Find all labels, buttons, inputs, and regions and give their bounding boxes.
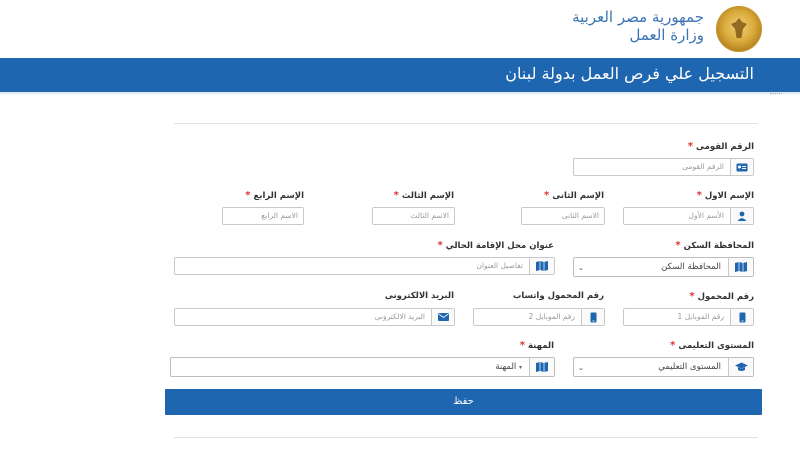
whatsapp-field[interactable]: رقم الموبايل 2 — [473, 308, 605, 326]
email-label: البريد الالكترونى — [384, 291, 454, 301]
mobile-icon — [581, 309, 604, 325]
egypt-eagle-emblem-icon — [716, 6, 762, 52]
user-icon — [730, 208, 753, 224]
second-name-label: الإسم الثانى* — [543, 190, 604, 201]
first-name-field[interactable]: الأسم الأول — [623, 207, 754, 225]
save-button[interactable]: حفظ — [165, 389, 762, 415]
email-field[interactable]: البريد الالكترونى — [174, 308, 455, 326]
ministry-name: جمهورية مصر العربية وزارة العمل — [572, 8, 704, 44]
map-icon — [728, 258, 753, 276]
whatsapp-label: رقم المحمول واتساب — [512, 291, 604, 301]
divider-top — [174, 123, 758, 124]
national-id-label: الرقم القومى* — [687, 141, 754, 152]
chevron-down-icon: ⌄ — [578, 264, 584, 272]
mobile-label: رقم المحمول* — [689, 291, 754, 302]
national-id-field[interactable]: الرقم القومى — [573, 158, 754, 176]
profession-label: المهنة* — [519, 340, 554, 351]
chevron-down-icon: ⌄ — [578, 364, 584, 372]
ministry-title: وزارة العمل — [629, 26, 704, 44]
map-icon — [529, 258, 554, 274]
profession-value: ▾ المهنة — [495, 362, 522, 372]
map-icon — [529, 358, 554, 376]
envelope-icon — [431, 309, 454, 325]
second-name-field[interactable]: الاسم الثانى — [521, 207, 605, 225]
education-select[interactable]: المستوى التعليمي ⌄ — [573, 357, 754, 377]
third-name-field[interactable]: الاسم الثالث — [372, 207, 455, 225]
divider-bottom — [174, 437, 758, 438]
dots-icon — [770, 93, 782, 100]
page-banner: التسجيل علي فرص العمل بدولة لبنان — [0, 58, 800, 92]
governorate-label: المحافظة السكن* — [675, 240, 754, 251]
address-label: عنوان محل الإقامة الحالي* — [437, 240, 555, 251]
mobile-icon — [730, 309, 753, 325]
banner-shadow — [0, 92, 800, 96]
mobile-field[interactable]: رقم الموبايل 1 — [623, 308, 754, 326]
id-card-icon — [730, 159, 753, 175]
fourth-name-field[interactable]: الاسم الرابع — [222, 207, 304, 225]
third-name-label: الإسم الثالث* — [393, 190, 454, 201]
profession-select[interactable]: ▾ المهنة — [170, 357, 555, 377]
fourth-name-label: الإسم الرابع* — [245, 190, 304, 201]
education-label: المستوى التعليمى* — [670, 340, 754, 351]
governorate-select[interactable]: المحافظة السكن ⌄ — [573, 257, 754, 277]
address-field[interactable]: تفاصيل العنوان — [174, 257, 555, 275]
page-title: التسجيل علي فرص العمل بدولة لبنان — [505, 64, 754, 83]
graduation-cap-icon — [728, 358, 753, 376]
country-name: جمهورية مصر العربية — [572, 8, 704, 26]
first-name-label: الإسم الاول* — [696, 190, 754, 201]
